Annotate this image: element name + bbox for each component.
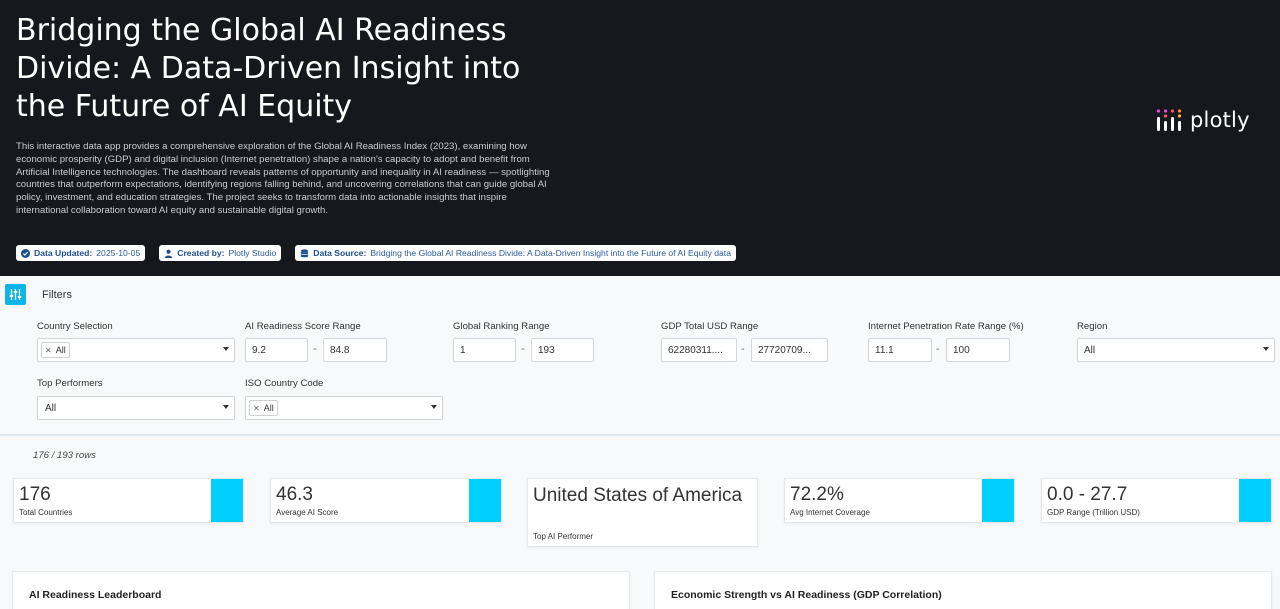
sliders-icon (9, 289, 22, 300)
top-performers-dropdown[interactable]: All (37, 396, 235, 420)
country-selection-dropdown[interactable]: ✕ All (37, 338, 235, 362)
filters-panel: Filters Country Selection ✕ All AI Readin… (0, 276, 1280, 436)
gdp-correlation-title: Economic Strength vs AI Readiness (GDP C… (671, 589, 942, 601)
global-ranking-range-label: Global Ranking Range (453, 321, 550, 332)
plotly-logo-text: plotly (1190, 108, 1250, 132)
stat-card-total-countries: 176 Total Countries (13, 478, 244, 523)
page-title: Bridging the Global AI Readiness Divide:… (16, 13, 521, 124)
iso-code-dropdown[interactable]: ✕ All (245, 396, 443, 420)
stat-card-gdp-range: 0.0 - 27.7 GDP Range (Trillion USD) (1041, 478, 1272, 523)
chevron-down-icon (223, 347, 229, 351)
gdp-correlation-panel: Economic Strength vs AI Readiness (GDP C… (654, 571, 1272, 609)
internet-max-input[interactable]: 100 (946, 338, 1010, 362)
region-label: Region (1077, 321, 1108, 332)
country-chip-label: All (55, 345, 66, 355)
region-selected-value: All (1084, 344, 1096, 356)
created-by-key: Created by: (177, 248, 225, 258)
chip-remove-icon[interactable]: ✕ (45, 346, 52, 355)
iso-chip[interactable]: ✕ All (249, 400, 278, 416)
chevron-down-icon (431, 405, 437, 409)
leaderboard-title: AI Readiness Leaderboard (29, 589, 162, 601)
created-by-badge: Created by: Plotly Studio (159, 245, 282, 261)
created-by-value: Plotly Studio (228, 248, 277, 258)
stat-value: United States of America (533, 485, 743, 506)
stat-accent-bar (211, 479, 243, 522)
data-updated-value: 2025-10-05 (96, 248, 141, 258)
internet-range-label: Internet Penetration Rate Range (%) (868, 321, 1024, 332)
range-separator: - (741, 343, 745, 355)
gdp-max-input[interactable]: 27720709... (751, 338, 828, 362)
iso-chip-label: All (263, 403, 274, 413)
stat-card-internet-coverage: 72.2% Avg Internet Coverage (784, 478, 1015, 523)
ai-score-max-input[interactable]: 84.8 (323, 338, 387, 362)
stat-card-average-ai-score: 46.3 Average AI Score (270, 478, 502, 523)
ai-score-min-input[interactable]: 9.2 (245, 338, 308, 362)
ranking-min-input[interactable]: 1 (453, 338, 516, 362)
ai-score-range-label: AI Readiness Score Range (245, 321, 361, 332)
filters-label: Filters (42, 289, 72, 301)
stat-value: 176 (19, 484, 51, 505)
database-icon (300, 248, 309, 257)
data-source-key: Data Source: (313, 248, 367, 258)
check-badge-icon (21, 248, 30, 258)
user-icon (164, 249, 173, 258)
stat-label: Avg Internet Coverage (790, 508, 870, 517)
iso-code-label: ISO Country Code (245, 378, 324, 389)
range-separator: - (313, 343, 317, 355)
stat-label: GDP Range (Trillion USD) (1047, 508, 1140, 517)
plotly-logo-icon (1156, 109, 1182, 131)
row-count: 176 / 193 rows (33, 450, 96, 461)
chip-remove-icon[interactable]: ✕ (253, 404, 260, 413)
filters-toggle-button[interactable] (5, 284, 26, 305)
leaderboard-panel: AI Readiness Leaderboard (12, 571, 630, 609)
range-separator: - (936, 343, 940, 355)
internet-min-input[interactable]: 11.1 (868, 338, 932, 362)
gdp-range-label: GDP Total USD Range (661, 321, 759, 332)
badge-row: Data Updated: 2025-10-05 Created by: Plo… (16, 245, 736, 261)
data-source-badge: Data Source: Bridging the Global AI Read… (295, 245, 736, 261)
stat-accent-bar (469, 479, 501, 522)
plotly-logo[interactable]: plotly (1156, 108, 1250, 132)
stat-accent-bar (982, 479, 1014, 522)
country-chip[interactable]: ✕ All (41, 342, 70, 358)
data-updated-key: Data Updated: (34, 248, 93, 258)
stat-value: 0.0 - 27.7 (1047, 484, 1128, 505)
app-header: Bridging the Global AI Readiness Divide:… (0, 0, 1280, 276)
range-separator: - (521, 343, 525, 355)
gdp-min-input[interactable]: 62280311.... (661, 338, 737, 362)
ranking-max-input[interactable]: 193 (531, 338, 594, 362)
chevron-down-icon (223, 405, 229, 409)
page-description: This interactive data app provides a com… (16, 141, 550, 216)
stat-value: 46.3 (276, 484, 313, 505)
country-selection-label: Country Selection (37, 321, 113, 332)
stat-label: Top AI Performer (533, 532, 594, 541)
stat-value: 72.2% (790, 484, 844, 505)
chevron-down-icon (1263, 347, 1269, 351)
region-dropdown[interactable]: All (1077, 338, 1275, 362)
top-performers-selected-value: All (45, 402, 57, 414)
data-source-link[interactable]: Bridging the Global AI Readiness Divide:… (370, 248, 731, 258)
data-updated-badge: Data Updated: 2025-10-05 (16, 245, 146, 261)
top-performers-label: Top Performers (37, 378, 103, 389)
stat-label: Average AI Score (276, 508, 339, 517)
stat-card-top-performer: United States of America Top AI Performe… (527, 478, 758, 547)
stat-accent-bar (1239, 479, 1271, 522)
stat-label: Total Countries (19, 508, 73, 517)
